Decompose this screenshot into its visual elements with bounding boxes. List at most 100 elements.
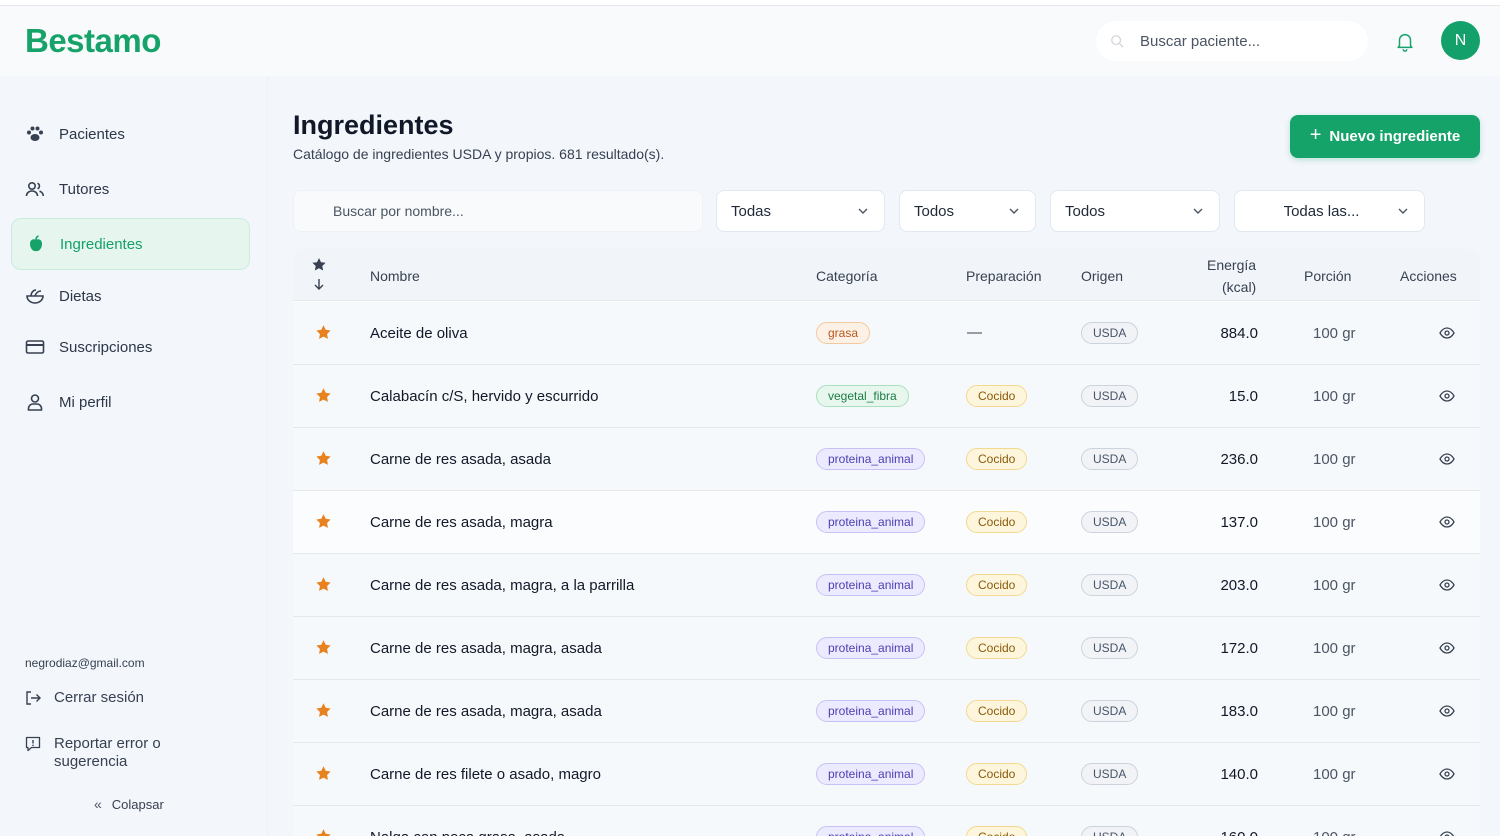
table-row[interactable]: Carne de res asada, magra proteina_anima…	[293, 491, 1480, 554]
table-row[interactable]: Carne de res asada, magra, a la parrilla…	[293, 554, 1480, 617]
logout-icon	[26, 691, 41, 705]
extra-filter[interactable]: Todas las...	[1234, 190, 1425, 232]
energy-value: 203.0	[1220, 577, 1258, 594]
star-icon[interactable]	[315, 324, 332, 341]
logout-button[interactable]: Cerrar sesión	[25, 689, 204, 707]
star-icon[interactable]	[315, 702, 332, 719]
star-icon[interactable]	[315, 765, 332, 782]
sidebar-item-label: Tutores	[59, 180, 110, 198]
page-subtitle: Catálogo de ingredientes USDA y propios.…	[293, 146, 665, 162]
portion-value: 100 gr	[1313, 325, 1356, 342]
column-header-preparacion[interactable]: Preparación	[966, 268, 1042, 284]
ingredient-name[interactable]: Carne de res asada, magra, asada	[370, 703, 602, 720]
column-header-nombre[interactable]: Nombre	[370, 268, 420, 284]
preparation-badge: Cocido	[966, 826, 1028, 836]
preparation-badge: Cocido	[966, 700, 1028, 722]
table-row[interactable]: Carne de res filete o asado, magro prote…	[293, 743, 1480, 806]
sort-favorites-icon[interactable]	[311, 257, 327, 291]
origin-badge: USDA	[1081, 700, 1139, 722]
sidebar-item-suscripciones[interactable]: Suscripciones	[11, 321, 250, 373]
ingredient-name[interactable]: Carne de res asada, magra	[370, 514, 553, 531]
plus-icon: +	[1309, 124, 1322, 146]
name-search-input[interactable]	[333, 203, 673, 219]
paw-icon	[25, 124, 45, 144]
energy-value: 236.0	[1220, 451, 1258, 468]
ingredient-name[interactable]: Calabacín c/S, hervido y escurrido	[370, 388, 598, 405]
patient-search-input[interactable]	[1140, 32, 1350, 50]
energy-value: 884.0	[1220, 325, 1258, 342]
star-icon[interactable]	[315, 828, 332, 836]
star-icon[interactable]	[315, 639, 332, 656]
sidebar-item-tutores[interactable]: Tutores	[11, 163, 250, 215]
eye-icon[interactable]	[1439, 831, 1455, 836]
eye-icon[interactable]	[1439, 516, 1455, 528]
star-icon[interactable]	[315, 450, 332, 467]
ingredient-name[interactable]: Carne de res asada, asada	[370, 451, 551, 468]
ingredient-name[interactable]: Carne de res filete o asado, magro	[370, 766, 601, 783]
sidebar-item-pacientes[interactable]: Pacientes	[11, 108, 250, 160]
origin-badge: USDA	[1081, 385, 1139, 407]
ingredient-name[interactable]: Nalga con poca grasa, asada	[370, 829, 565, 836]
credit-card-icon	[25, 337, 45, 357]
name-search[interactable]	[293, 190, 703, 232]
category-badge: grasa	[816, 322, 871, 344]
report-issue-button[interactable]: Reportar error o sugerencia	[25, 735, 204, 771]
column-header-categoria[interactable]: Categoría	[816, 268, 877, 284]
chevron-down-icon	[1009, 208, 1019, 214]
table-row[interactable]: Carne de res asada, magra, asada protein…	[293, 617, 1480, 680]
preparation-badge: Cocido	[966, 637, 1028, 659]
ingredients-table: Nombre Categoría Preparación Origen Ener…	[293, 249, 1480, 836]
origin-badge: USDA	[1081, 322, 1139, 344]
top-bar: Bestamo N	[0, 6, 1500, 76]
sidebar-item-ingredientes[interactable]: Ingredientes	[11, 218, 250, 270]
table-row[interactable]: Carne de res asada, magra, asada protein…	[293, 680, 1480, 743]
extra-filter-value: Todas las...	[1283, 202, 1360, 220]
column-header-origen[interactable]: Origen	[1081, 268, 1123, 284]
sidebar-item-label: Pacientes	[59, 125, 125, 143]
table-row[interactable]: Nalga con poca grasa, asada proteina_ani…	[293, 806, 1480, 836]
eye-icon[interactable]	[1439, 768, 1455, 780]
category-filter[interactable]: Todas	[716, 190, 885, 232]
eye-icon[interactable]	[1439, 579, 1455, 591]
preparation-badge: Cocido	[966, 511, 1028, 533]
collapse-label: Colapsar	[111, 796, 164, 812]
logout-label: Cerrar sesión	[54, 689, 145, 706]
energy-value: 183.0	[1220, 703, 1258, 720]
portion-value: 100 gr	[1313, 703, 1356, 720]
eye-icon[interactable]	[1439, 327, 1455, 339]
star-icon[interactable]	[315, 576, 332, 593]
sidebar-item-label: Ingredientes	[60, 235, 143, 253]
app-logo[interactable]: Bestamo	[25, 22, 161, 60]
preparation-filter[interactable]: Todos	[899, 190, 1036, 232]
preparation-badge: Cocido	[966, 574, 1028, 596]
new-ingredient-button[interactable]: + Nuevo ingrediente	[1290, 115, 1480, 158]
eye-icon[interactable]	[1439, 390, 1455, 402]
table-row[interactable]: Calabacín c/S, hervido y escurrido veget…	[293, 365, 1480, 428]
star-icon[interactable]	[315, 513, 332, 530]
portion-value: 100 gr	[1313, 829, 1356, 836]
chevron-down-icon	[1398, 208, 1408, 214]
table-row[interactable]: Aceite de oliva grasa — USDA 884.0 100 g…	[293, 302, 1480, 365]
ingredient-name[interactable]: Aceite de oliva	[370, 325, 468, 342]
eye-icon[interactable]	[1439, 642, 1455, 654]
column-header-energia[interactable]: Energía	[1207, 257, 1256, 273]
category-badge: proteina_animal	[816, 574, 926, 596]
origin-filter[interactable]: Todos	[1050, 190, 1220, 232]
sidebar-item-mi-perfil[interactable]: Mi perfil	[11, 376, 250, 428]
column-header-acciones: Acciones	[1400, 268, 1457, 284]
user-avatar[interactable]: N	[1441, 21, 1480, 60]
column-header-porcion[interactable]: Porción	[1304, 268, 1351, 284]
ingredient-name[interactable]: Carne de res asada, magra, a la parrilla	[370, 577, 634, 594]
patient-search[interactable]	[1096, 21, 1368, 61]
table-row[interactable]: Carne de res asada, asada proteina_anima…	[293, 428, 1480, 491]
collapse-sidebar-button[interactable]: « Colapsar	[94, 796, 164, 812]
eye-icon[interactable]	[1439, 453, 1455, 465]
feedback-icon	[25, 736, 41, 752]
star-icon[interactable]	[315, 387, 332, 404]
eye-icon[interactable]	[1439, 705, 1455, 717]
sidebar-item-dietas[interactable]: Dietas	[11, 270, 250, 322]
ingredient-name[interactable]: Carne de res asada, magra, asada	[370, 640, 602, 657]
preparation-empty: —	[967, 324, 982, 341]
bell-icon[interactable]	[1394, 30, 1416, 52]
chevron-down-icon	[1193, 208, 1203, 214]
